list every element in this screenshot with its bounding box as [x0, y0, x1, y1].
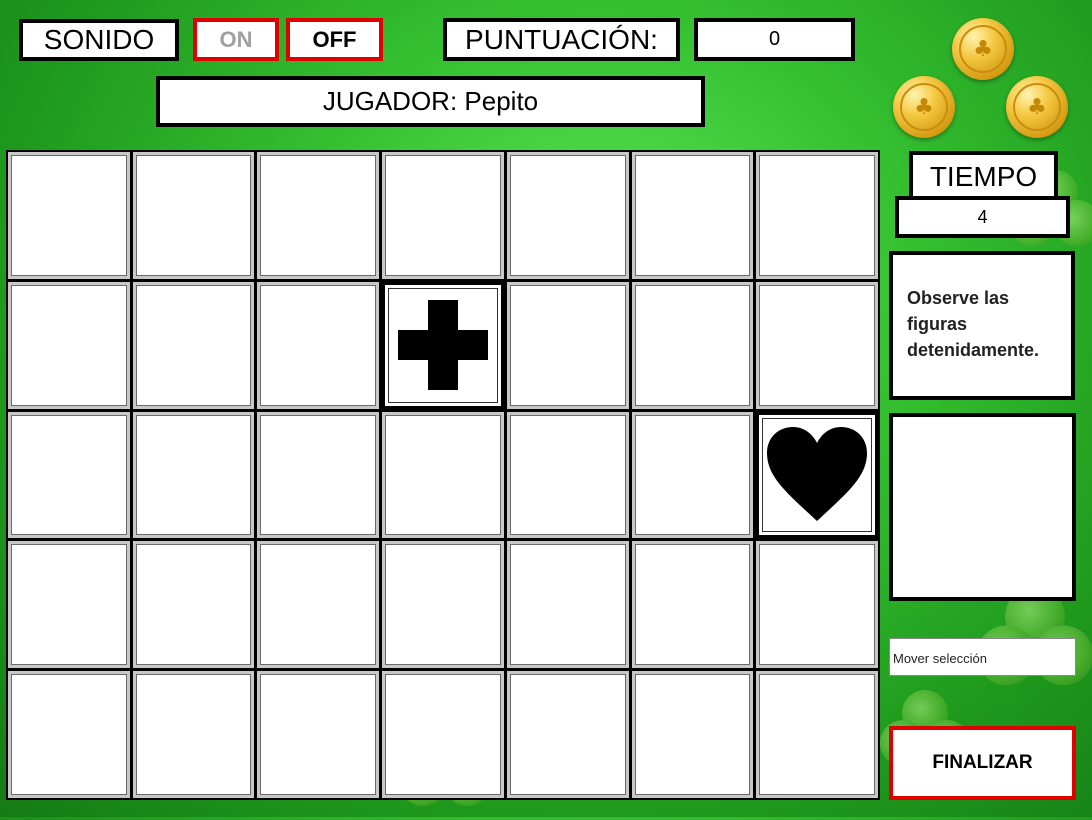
board-cell[interactable] [756, 541, 878, 668]
board-cell[interactable] [507, 671, 629, 798]
sound-on-label: ON [220, 27, 253, 53]
player-name-text: JUGADOR: Pepito [323, 86, 538, 117]
board-cell[interactable] [257, 671, 379, 798]
board-cell[interactable] [382, 671, 504, 798]
instructions-panel: Observe las figuras detenidamente. [889, 251, 1075, 400]
timer-label-text: TIEMPO [930, 161, 1037, 193]
sound-on-button[interactable]: ON [193, 18, 279, 61]
board-cell[interactable] [632, 412, 754, 539]
sound-off-button[interactable]: OFF [286, 18, 383, 61]
board-cell[interactable] [8, 671, 130, 798]
figure-preview-panel [889, 413, 1076, 601]
board-cell[interactable] [507, 152, 629, 279]
player-name: JUGADOR: Pepito [156, 76, 705, 127]
board-cell[interactable] [133, 282, 255, 409]
board-cell[interactable] [632, 152, 754, 279]
finish-button[interactable]: FINALIZAR [889, 726, 1076, 800]
cross-icon [398, 300, 488, 390]
board-cell[interactable] [257, 412, 379, 539]
move-selection-field[interactable]: Mover selección [889, 638, 1076, 676]
finish-button-label: FINALIZAR [932, 752, 1032, 774]
board-cell[interactable] [257, 282, 379, 409]
instructions-text: Observe las figuras detenidamente. [907, 288, 1039, 360]
board-cell[interactable] [507, 412, 629, 539]
clover-coin-icon: ♣ [952, 18, 1014, 80]
move-selection-text: Mover selección [893, 651, 987, 666]
score-value-text: 0 [769, 28, 780, 51]
sound-off-label: OFF [313, 27, 357, 53]
board-cell[interactable] [133, 412, 255, 539]
sound-label-text: SONIDO [44, 24, 154, 56]
board-cell[interactable] [632, 541, 754, 668]
timer-value: 4 [895, 196, 1070, 238]
score-value: 0 [694, 18, 855, 61]
timer-value-text: 4 [977, 207, 987, 228]
clover-coin-icon: ♣ [1006, 76, 1068, 138]
board-cell[interactable] [756, 152, 878, 279]
board-cell[interactable] [756, 282, 878, 409]
game-board [6, 150, 880, 800]
board-cell[interactable] [756, 412, 878, 539]
heart-icon [767, 427, 867, 523]
board-cell[interactable] [632, 671, 754, 798]
board-cell[interactable] [507, 282, 629, 409]
board-cell[interactable] [8, 412, 130, 539]
board-cell[interactable] [756, 671, 878, 798]
board-cell[interactable] [133, 152, 255, 279]
board-cell[interactable] [507, 541, 629, 668]
timer-label: TIEMPO [909, 151, 1058, 198]
board-cell[interactable] [382, 282, 504, 409]
board-cell[interactable] [8, 282, 130, 409]
score-label-text: PUNTUACIÓN: [465, 24, 658, 56]
board-cell[interactable] [382, 541, 504, 668]
board-cell[interactable] [382, 412, 504, 539]
board-cell[interactable] [382, 152, 504, 279]
board-cell[interactable] [133, 671, 255, 798]
board-cell[interactable] [8, 152, 130, 279]
clover-coin-icon: ♣ [893, 76, 955, 138]
board-cell[interactable] [257, 152, 379, 279]
score-label: PUNTUACIÓN: [443, 18, 680, 61]
board-cell[interactable] [8, 541, 130, 668]
board-cell[interactable] [257, 541, 379, 668]
sound-label: SONIDO [19, 19, 179, 61]
board-cell[interactable] [632, 282, 754, 409]
board-cell[interactable] [133, 541, 255, 668]
